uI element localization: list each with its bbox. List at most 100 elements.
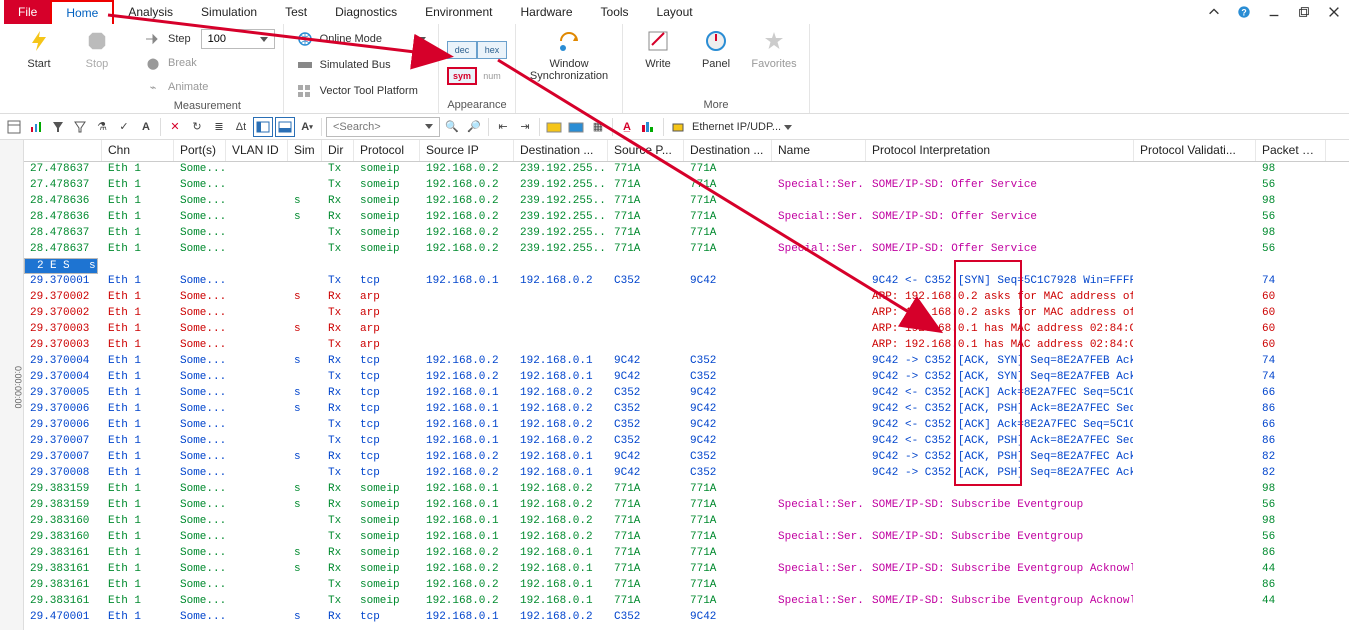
tool-chart-icon[interactable] xyxy=(26,117,46,137)
table-row[interactable]: 29.370001Eth 1Some...Txtcp192.168.0.1192… xyxy=(24,274,1349,290)
close-icon[interactable] xyxy=(1323,1,1345,23)
stop-button[interactable]: Stop xyxy=(70,28,124,70)
ethernet-filter-label[interactable]: Ethernet IP/UDP... xyxy=(690,121,794,133)
tool-shot1-icon[interactable] xyxy=(544,117,564,137)
tool-del-icon[interactable]: ✕ xyxy=(165,117,185,137)
menu-home[interactable]: Home xyxy=(50,0,114,24)
col-source-ip[interactable]: Source IP xyxy=(420,140,514,161)
tool-eth-icon[interactable] xyxy=(668,117,688,137)
table-row[interactable]: 29.370007Eth 1Some...sRxtcp192.168.0.219… xyxy=(24,450,1349,466)
menu-diagnostics[interactable]: Diagnostics xyxy=(321,0,411,24)
table-row[interactable]: 29.370003Eth 1Some...TxarpARP: 192.168.0… xyxy=(24,338,1349,354)
table-row[interactable]: 29.370001Eth 1Some...sRxtcp192.168.0.119… xyxy=(24,258,98,274)
col-protocol-interpretation[interactable]: Protocol Interpretation xyxy=(866,140,1134,161)
favorites-button[interactable]: Favorites xyxy=(747,28,801,70)
animate-button[interactable]: ⌁Animate xyxy=(140,76,212,98)
tool-view1-icon[interactable] xyxy=(253,117,273,137)
write-button[interactable]: Write xyxy=(631,28,685,70)
tool-colorbar-icon[interactable] xyxy=(639,117,659,137)
tool-highlighter-icon[interactable]: A̲ xyxy=(617,117,637,137)
menu-analysis[interactable]: Analysis xyxy=(114,0,187,24)
dec-button[interactable]: dec xyxy=(447,41,477,59)
table-row[interactable]: 29.370007Eth 1Some...Txtcp192.168.0.1192… xyxy=(24,434,1349,450)
table-row[interactable]: 29.383160Eth 1Some...Txsomeip192.168.0.1… xyxy=(24,530,1349,546)
tool-bookmark-icon[interactable]: ✓ xyxy=(114,117,134,137)
tool-prev-icon[interactable]: ⇤ xyxy=(493,117,513,137)
tool-list-icon[interactable]: ≣ xyxy=(209,117,229,137)
step-button[interactable]: Step xyxy=(140,28,195,50)
col-name[interactable]: Name xyxy=(772,140,866,161)
table-row[interactable]: 29.383159Eth 1Some...sRxsomeip192.168.0.… xyxy=(24,482,1349,498)
menu-file[interactable]: File xyxy=(4,0,51,24)
col-protocol[interactable]: Protocol xyxy=(354,140,420,161)
tool-findprev-icon[interactable]: 🔍 xyxy=(442,117,462,137)
tool-refresh-icon[interactable]: ↻ xyxy=(187,117,207,137)
col-sim[interactable]: Sim xyxy=(288,140,322,161)
menu-tools[interactable]: Tools xyxy=(587,0,643,24)
tool-view2-icon[interactable] xyxy=(275,117,295,137)
table-row[interactable]: 29.470001Eth 1Some...sRxtcp192.168.0.119… xyxy=(24,610,1349,626)
tool-flask-icon[interactable]: ⚗ xyxy=(92,117,112,137)
table-row[interactable]: 29.370005Eth 1Some...sRxtcp192.168.0.119… xyxy=(24,386,1349,402)
table-row[interactable]: 28.478636Eth 1Some...sRxsomeip192.168.0.… xyxy=(24,210,1349,226)
tool-filter-icon[interactable] xyxy=(48,117,68,137)
menu-layout[interactable]: Layout xyxy=(643,0,707,24)
table-row[interactable]: 29.383161Eth 1Some...Txsomeip192.168.0.2… xyxy=(24,594,1349,610)
table-row[interactable]: 29.370003Eth 1Some...sRxarpARP: 192.168.… xyxy=(24,322,1349,338)
table-row[interactable]: 29.370002Eth 1Some...sRxarpARP: 192.168.… xyxy=(24,290,1349,306)
tool-shot3-icon[interactable]: ▦ xyxy=(588,117,608,137)
collapse-ribbon-icon[interactable] xyxy=(1203,1,1225,23)
table-row[interactable]: 29.370006Eth 1Some...Txtcp192.168.0.1192… xyxy=(24,418,1349,434)
tool-font-icon[interactable]: A▾ xyxy=(297,117,317,137)
window-sync-button[interactable]: Window Synchronization xyxy=(524,28,614,82)
num-button[interactable]: num xyxy=(477,67,507,85)
hex-button[interactable]: hex xyxy=(477,41,507,59)
online-mode-select[interactable]: Online Mode xyxy=(292,28,430,50)
col-packet-len[interactable]: Packet Len... xyxy=(1256,140,1326,161)
col-chn[interactable]: Chn xyxy=(102,140,174,161)
help-icon[interactable]: ? xyxy=(1233,1,1255,23)
tool-shot2-icon[interactable] xyxy=(566,117,586,137)
sym-button[interactable]: sym xyxy=(447,67,477,85)
table-row[interactable]: 29.370004Eth 1Some...sRxtcp192.168.0.219… xyxy=(24,354,1349,370)
restore-icon[interactable] xyxy=(1293,1,1315,23)
search-input[interactable]: <Search> xyxy=(326,117,440,137)
table-row[interactable]: 29.370008Eth 1Some...Txtcp192.168.0.2192… xyxy=(24,466,1349,482)
tool-a-icon[interactable]: A xyxy=(136,117,156,137)
col-ports[interactable]: Port(s) xyxy=(174,140,226,161)
start-button[interactable]: Start xyxy=(12,28,66,70)
minimize-icon[interactable] xyxy=(1263,1,1285,23)
tool-detail-icon[interactable] xyxy=(4,117,24,137)
menu-simulation[interactable]: Simulation xyxy=(187,0,271,24)
menu-hardware[interactable]: Hardware xyxy=(507,0,587,24)
col-dest-port[interactable]: Destination ... xyxy=(684,140,772,161)
table-row[interactable]: 29.370002Eth 1Some...TxarpARP: 192.168.0… xyxy=(24,306,1349,322)
table-row[interactable]: 29.383161Eth 1Some...sRxsomeip192.168.0.… xyxy=(24,546,1349,562)
col-dir[interactable]: Dir xyxy=(322,140,354,161)
table-row[interactable]: 29.383161Eth 1Some...sRxsomeip192.168.0.… xyxy=(24,562,1349,578)
tool-funnel-icon[interactable] xyxy=(70,117,90,137)
tool-findnext-icon[interactable]: 🔎 xyxy=(464,117,484,137)
table-row[interactable]: 29.383160Eth 1Some...Txsomeip192.168.0.1… xyxy=(24,514,1349,530)
panel-button[interactable]: Panel xyxy=(689,28,743,70)
col-dest-ip[interactable]: Destination ... xyxy=(514,140,608,161)
col-protocol-validation[interactable]: Protocol Validati... xyxy=(1134,140,1256,161)
table-row[interactable]: 29.370006Eth 1Some...sRxtcp192.168.0.119… xyxy=(24,402,1349,418)
menu-environment[interactable]: Environment xyxy=(411,0,506,24)
break-button[interactable]: ⬤Break xyxy=(140,52,201,74)
table-row[interactable]: 27.478637Eth 1Some...Txsomeip192.168.0.2… xyxy=(24,178,1349,194)
simulated-bus-button[interactable]: Simulated Bus xyxy=(292,54,395,76)
table-row[interactable]: 28.478637Eth 1Some...Txsomeip192.168.0.2… xyxy=(24,242,1349,258)
tool-delta-icon[interactable]: Δt xyxy=(231,117,251,137)
table-row[interactable]: 28.478636Eth 1Some...sRxsomeip192.168.0.… xyxy=(24,194,1349,210)
col-time[interactable] xyxy=(24,140,102,161)
table-row[interactable]: 27.478637Eth 1Some...Txsomeip192.168.0.2… xyxy=(24,162,1349,178)
table-row[interactable]: 29.383161Eth 1Some...Txsomeip192.168.0.2… xyxy=(24,578,1349,594)
menu-test[interactable]: Test xyxy=(271,0,321,24)
col-source-port[interactable]: Source P... xyxy=(608,140,684,161)
table-row[interactable]: 28.478637Eth 1Some...Txsomeip192.168.0.2… xyxy=(24,226,1349,242)
col-vlan[interactable]: VLAN ID xyxy=(226,140,288,161)
table-row[interactable]: 29.383159Eth 1Some...sRxsomeip192.168.0.… xyxy=(24,498,1349,514)
step-value-select[interactable]: 100 xyxy=(201,29,275,49)
table-row[interactable]: 29.370004Eth 1Some...Txtcp192.168.0.2192… xyxy=(24,370,1349,386)
